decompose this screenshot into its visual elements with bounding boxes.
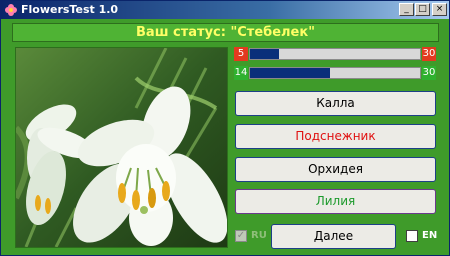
correct-progress-fill [250,68,330,78]
status-banner: Ваш статус: "Стебелек" [12,23,439,42]
en-checkbox[interactable] [406,230,418,242]
close-button[interactable]: × [432,3,447,16]
checkmark-icon: ✓ [236,230,246,241]
en-label: EN [422,230,438,241]
maximize-button[interactable]: □ [415,3,430,16]
correct-count: 14 [234,66,248,80]
answer-button-calla[interactable]: Калла [235,91,436,116]
wrong-progress-bar [249,48,421,60]
window-title: FlowersTest 1.0 [21,3,119,16]
next-button[interactable]: Далее [271,224,396,249]
app-window: FlowersTest 1.0 _ □ × Ваш статус: "Стебе… [0,0,450,256]
ru-checkbox[interactable]: ✓ [235,230,247,242]
correct-max: 30 [422,66,436,80]
flower-photo [15,47,228,248]
lily-image [16,48,227,247]
flower-icon [5,4,17,16]
answer-button-snowdrop[interactable]: Подснежник [235,124,436,149]
status-text: Ваш статус: "Стебелек" [136,25,315,40]
answer-button-orchid[interactable]: Орхидея [235,157,436,182]
minimize-button[interactable]: _ [399,3,414,16]
wrong-count: 5 [234,47,248,61]
title-bar[interactable]: FlowersTest 1.0 _ □ × [1,1,449,19]
wrong-max: 30 [422,47,436,61]
answer-button-lily[interactable]: Лилия [235,189,436,214]
ru-label: RU [251,230,267,241]
correct-progress-bar [249,67,421,79]
wrong-progress-fill [250,49,279,59]
